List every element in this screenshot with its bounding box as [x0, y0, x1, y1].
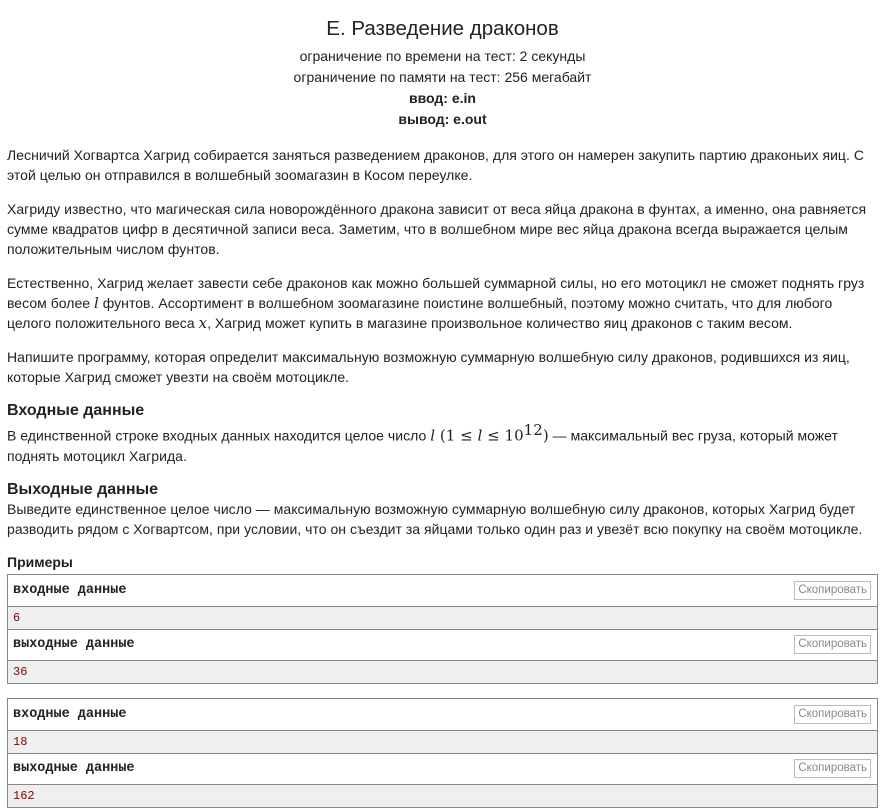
- sample-output-value: 36: [8, 659, 877, 683]
- constraint-open: (1 ≤: [435, 426, 478, 445]
- sample-test-2: входные данные Скопировать 18 выходные д…: [7, 697, 878, 808]
- sample-output-label: выходные данные: [13, 761, 135, 777]
- math-variable-x: x: [198, 314, 208, 332]
- statement-paragraph-1: Лесничий Хогвартса Хагрид собирается зан…: [7, 147, 864, 183]
- input-spec-text-a: В единственной строке входных данных нах…: [7, 427, 431, 444]
- statement-paragraph-3: Естественно, Хагрид желает завести себе …: [7, 273, 878, 333]
- sample-test-1: входные данные Скопировать 6 выходные да…: [7, 573, 878, 684]
- samples-title: Примеры: [7, 553, 73, 570]
- output-spec-title: Выходные данные: [7, 480, 159, 498]
- input-spec-title: Входные данные: [7, 402, 145, 419]
- copy-output-button[interactable]: Скопировать: [794, 759, 871, 779]
- problem-statement: Лесничий Хогвартса Хагрид собирается зан…: [7, 145, 878, 387]
- copy-input-button[interactable]: Скопировать: [794, 704, 871, 724]
- sample-input-value: 18: [8, 729, 877, 753]
- output-spec-text: Выведите единственное целое число — макс…: [7, 500, 863, 537]
- sample-output-header: выходные данные Скопировать: [8, 752, 877, 784]
- input-specification: Входные данные В единственной строке вхо…: [7, 401, 878, 466]
- sample-input-header: входные данные Скопировать: [8, 698, 877, 730]
- input-file: ввод: e.in: [409, 90, 476, 106]
- sample-output-header: выходные данные Скопировать: [8, 628, 877, 660]
- sample-output-value: 162: [8, 783, 877, 807]
- problem-title: E. Разведение драконов: [326, 17, 559, 40]
- sample-input-label: входные данные: [13, 582, 127, 598]
- output-specification: Выходные данные Выведите единственное це…: [7, 480, 878, 539]
- sample-input-value: 6: [8, 605, 877, 629]
- sample-output-label: выходные данные: [13, 637, 135, 653]
- constraint-exponent: 12: [523, 421, 543, 439]
- problem-page: E. Разведение драконов ограничение по вр…: [0, 0, 885, 808]
- sample-input-label: входные данные: [13, 706, 127, 722]
- memory-limit: ограничение по памяти на тест: 256 мегаб…: [293, 69, 592, 85]
- copy-input-button[interactable]: Скопировать: [794, 580, 871, 600]
- statement-text: , Хагрид может купить в магазине произво…: [207, 315, 793, 331]
- statement-paragraph-2: Хагриду известно, что магическая сила но…: [7, 201, 867, 257]
- constraint-mid: ≤ 10: [482, 426, 524, 445]
- time-limit: ограничение по времени на тест: 2 секунд…: [299, 48, 586, 64]
- samples-section: Примеры входные данные Скопировать 6 вых…: [7, 553, 878, 808]
- copy-output-button[interactable]: Скопировать: [794, 635, 871, 655]
- input-spec-text: В единственной строке входных данных нах…: [7, 420, 878, 466]
- output-file: вывод: e.out: [398, 111, 487, 127]
- statement-paragraph-4: Напишите программу, которая определит ма…: [7, 349, 850, 385]
- problem-header: E. Разведение драконов ограничение по вр…: [7, 0, 878, 130]
- sample-input-header: входные данные Скопировать: [8, 574, 877, 606]
